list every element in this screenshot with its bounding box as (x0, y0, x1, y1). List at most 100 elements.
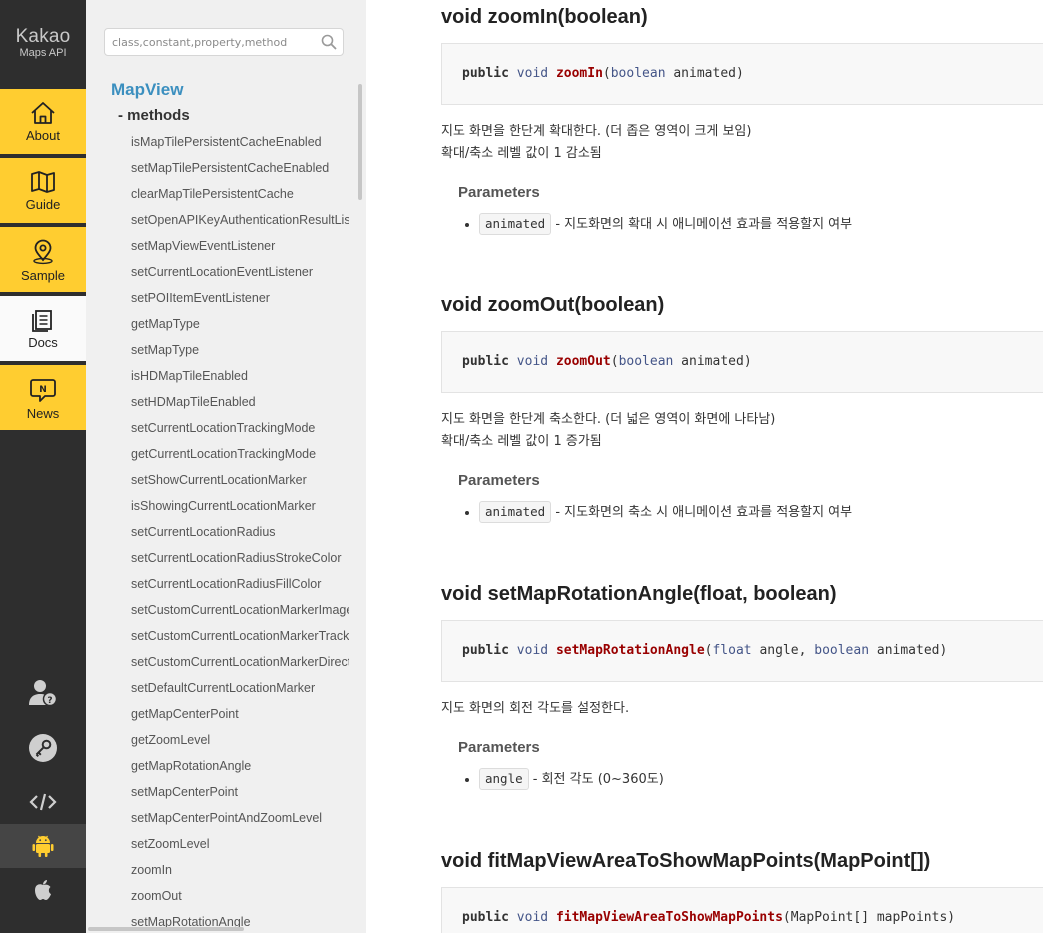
nav-docs-label: Docs (28, 335, 58, 350)
parameter-name: animated (479, 501, 552, 523)
method-link[interactable]: setCurrentLocationEventListener (131, 263, 349, 289)
parameters-heading: Parameters (458, 739, 540, 756)
doc-content: void zoomIn(boolean) public void zoomIn(… (366, 0, 1043, 933)
location-pin-icon (33, 239, 53, 265)
class-title-link[interactable]: MapView (111, 80, 183, 100)
news-icon: N (30, 379, 56, 402)
svg-text:?: ? (47, 696, 52, 706)
logo-subtitle: Maps API (19, 47, 67, 59)
method-link[interactable]: setMapType (131, 341, 349, 367)
android-icon (32, 835, 54, 857)
code-icon (29, 793, 57, 811)
web-platform-button[interactable] (0, 792, 86, 816)
method-signature-code: public void zoomOut(boolean animated) (441, 331, 1043, 393)
method-link[interactable]: setCurrentLocationRadius (131, 523, 349, 549)
method-signature-code: public void setMapRotationAngle(float an… (441, 620, 1043, 682)
home-icon (31, 102, 55, 124)
parameter-item: angle - 회전 각도 (0~360도) (479, 768, 1043, 791)
method-link[interactable]: setMapCenterPoint (131, 783, 349, 809)
account-help-button[interactable]: ? (0, 678, 86, 712)
method-signature-code: public void fitMapViewAreaToShowMapPoint… (441, 887, 1043, 933)
method-link[interactable]: zoomIn (131, 861, 349, 887)
parameter-description: - 지도화면의 확대 시 애니메이션 효과를 적용할지 여부 (551, 217, 853, 232)
logo-title: Kakao (15, 26, 71, 47)
method-zoomout-section: void zoomOut(boolean) public void zoomOu… (441, 293, 1043, 524)
parameter-list: animated - 지도화면의 확대 시 애니메이션 효과를 적용할지 여부 (441, 213, 1043, 236)
method-link[interactable]: isMapTilePersistentCacheEnabled (131, 133, 349, 159)
method-link[interactable]: isHDMapTileEnabled (131, 367, 349, 393)
method-link[interactable]: setPOIItemEventListener (131, 289, 349, 315)
method-link[interactable]: setCustomCurrentLocationMarkerTrackingIm… (131, 627, 349, 653)
nav-guide-button[interactable]: Guide (0, 158, 86, 225)
apple-icon (35, 880, 51, 900)
parameters-heading: Parameters (458, 184, 540, 201)
method-zoomin-section: void zoomIn(boolean) public void zoomIn(… (441, 5, 1043, 236)
method-link[interactable]: getMapCenterPoint (131, 705, 349, 731)
parameter-name: animated (479, 213, 552, 235)
method-link[interactable]: getZoomLevel (131, 731, 349, 757)
method-description: 지도 화면을 한단계 축소한다. (더 넓은 영역이 화면에 나타남) 확대/축… (441, 412, 776, 449)
method-link[interactable]: setCustomCurrentLocationMarkerImage (131, 601, 349, 627)
method-link[interactable]: setHDMapTileEnabled (131, 393, 349, 419)
sidebar-vertical-scrollbar[interactable] (358, 84, 362, 200)
android-platform-button[interactable] (0, 824, 86, 868)
method-heading: void zoomOut(boolean) (441, 294, 665, 316)
method-link[interactable]: clearMapTilePersistentCache (131, 185, 349, 211)
method-link[interactable]: setZoomLevel (131, 835, 349, 861)
method-description: 지도 화면을 한단계 확대한다. (더 좁은 영역이 크게 보임) 확대/축소 … (441, 124, 752, 161)
method-link[interactable]: setMapTilePersistentCacheEnabled (131, 159, 349, 185)
parameter-list: animated - 지도화면의 축소 시 애니메이션 효과를 적용할지 여부 (441, 501, 1043, 524)
search-icon[interactable] (321, 34, 337, 50)
docs-icon (32, 310, 52, 332)
parameter-description: - 회전 각도 (0~360도) (528, 772, 664, 787)
method-heading: void fitMapViewAreaToShowMapPoints(MapPo… (441, 850, 931, 872)
parameters-heading: Parameters (458, 472, 540, 489)
method-link[interactable]: isShowingCurrentLocationMarker (131, 497, 349, 523)
method-link[interactable]: setCurrentLocationRadiusFillColor (131, 575, 349, 601)
method-link[interactable]: setOpenAPIKeyAuthenticationResultListene… (131, 211, 349, 237)
method-link[interactable]: setCurrentLocationTrackingMode (131, 419, 349, 445)
method-link[interactable]: getMapRotationAngle (131, 757, 349, 783)
method-link[interactable]: zoomOut (131, 887, 349, 913)
kakao-maps-logo[interactable]: Kakao Maps API (0, 26, 86, 59)
ios-platform-button[interactable] (0, 878, 86, 906)
method-link[interactable]: setMapViewEventListener (131, 237, 349, 263)
parameter-list: angle - 회전 각도 (0~360도) (441, 768, 1043, 791)
method-signature-code: public void zoomIn(boolean animated) (441, 43, 1043, 105)
parameter-item: animated - 지도화면의 축소 시 애니메이션 효과를 적용할지 여부 (479, 501, 1043, 524)
method-list: isMapTilePersistentCacheEnabled setMapTil… (131, 133, 349, 933)
svg-text:N: N (39, 385, 47, 395)
key-icon (29, 734, 57, 762)
method-fitmapviewarea-section: void fitMapViewAreaToShowMapPoints(MapPo… (441, 849, 1043, 933)
method-setmaprotationangle-section: void setMapRotationAngle(float, boolean)… (441, 582, 1043, 791)
method-link[interactable]: setShowCurrentLocationMarker (131, 471, 349, 497)
method-description: 지도 화면의 회전 각도를 설정한다. (441, 701, 630, 716)
parameter-description: - 지도화면의 축소 시 애니메이션 효과를 적용할지 여부 (551, 505, 853, 520)
sidebar-horizontal-scrollbar[interactable] (88, 927, 244, 931)
method-link[interactable]: setMapCenterPointAndZoomLevel (131, 809, 349, 835)
method-link[interactable]: getCurrentLocationTrackingMode (131, 445, 349, 471)
search-box (104, 28, 344, 56)
nav-guide-label: Guide (25, 197, 61, 212)
method-link[interactable]: setCustomCurrentLocationMarkerDirectionI… (131, 653, 349, 679)
method-link[interactable]: setCurrentLocationRadiusStrokeColor (131, 549, 349, 575)
nav-news-label: News (26, 406, 60, 421)
parameter-name: angle (479, 768, 529, 790)
methods-section-toggle[interactable]: - methods (118, 107, 190, 124)
nav-sample-label: Sample (20, 268, 66, 283)
parameter-item: animated - 지도화면의 확대 시 애니메이션 효과를 적용할지 여부 (479, 213, 1043, 236)
method-link[interactable]: setDefaultCurrentLocationMarker (131, 679, 349, 705)
app-key-button[interactable] (0, 733, 86, 767)
app-nav-rail: Kakao Maps API About Guide Sample Docs N… (0, 0, 86, 933)
docs-sidebar: MapView - methods isMapTilePersistentCac… (86, 0, 366, 933)
map-icon (31, 171, 55, 193)
method-heading: void zoomIn(boolean) (441, 6, 648, 28)
method-link[interactable]: getMapType (131, 315, 349, 341)
search-input[interactable] (105, 29, 312, 55)
nav-about-label: About (26, 128, 60, 143)
nav-docs-button[interactable]: Docs (0, 296, 86, 363)
nav-about-button[interactable]: About (0, 89, 86, 156)
user-help-icon: ? (29, 680, 58, 707)
nav-news-button[interactable]: N News (0, 365, 86, 432)
nav-sample-button[interactable]: Sample (0, 227, 86, 294)
